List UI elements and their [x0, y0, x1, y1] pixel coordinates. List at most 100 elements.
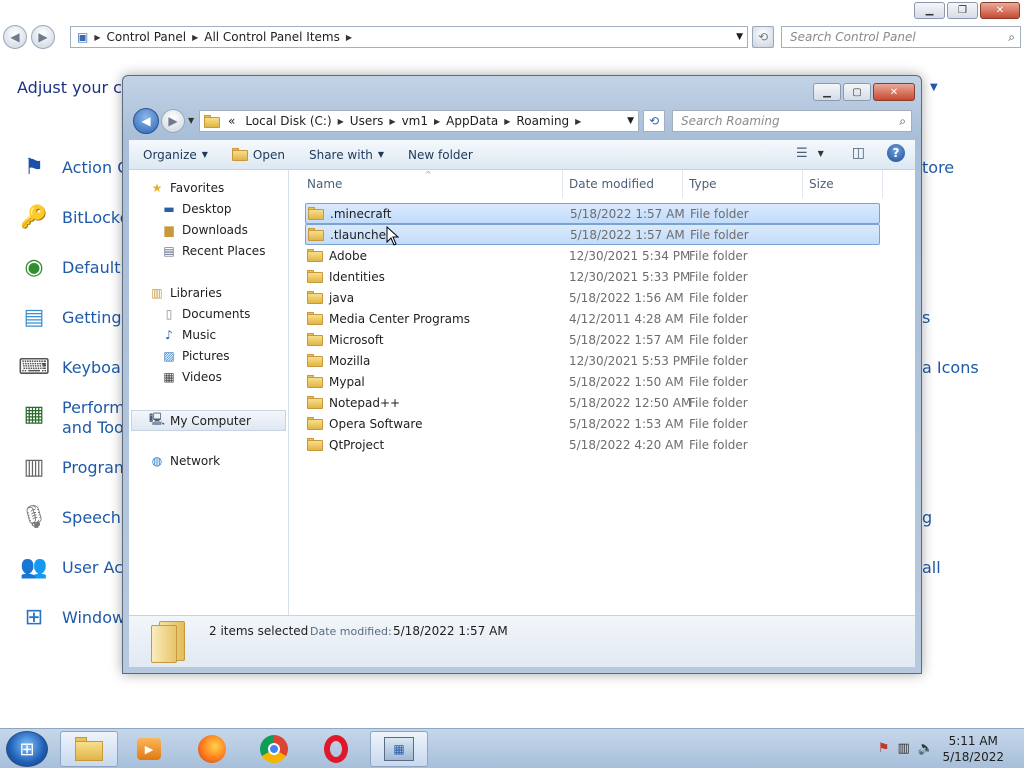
explorer-breadcrumb-0[interactable]: Local Disk (C:): [239, 114, 337, 128]
file-type: File folder: [689, 374, 748, 389]
explorer-address-dropdown-icon[interactable]: ▼: [627, 116, 634, 126]
cp-item-programs[interactable]: ▥ Program: [18, 451, 130, 483]
explorer-refresh-button[interactable]: ⟲: [643, 110, 665, 132]
cp-item-right-2[interactable]: a Icons: [922, 358, 979, 377]
explorer-breadcrumb-4[interactable]: Roaming: [510, 114, 575, 128]
cp-address-bar[interactable]: ▣ ▶ Control Panel ▶ All Control Panel It…: [70, 26, 748, 48]
explorer-search-input[interactable]: Search Roaming ⌕: [672, 110, 912, 132]
explorer-address-overflow[interactable]: «: [224, 114, 239, 128]
cp-item-keyboard[interactable]: ⌨ Keyboard: [18, 351, 137, 383]
explorer-maximize-button[interactable]: ▢: [843, 83, 871, 101]
nav-videos[interactable]: ▦ Videos: [161, 369, 222, 385]
file-row[interactable]: java 5/18/2022 1:56 AM File folder: [305, 287, 880, 308]
explorer-breadcrumb-2[interactable]: vm1: [396, 114, 434, 128]
cp-forward-button[interactable]: ▶: [31, 25, 55, 49]
preview-pane-icon[interactable]: ◫: [852, 145, 865, 161]
cp-search-input[interactable]: Search Control Panel ⌕: [781, 26, 1021, 48]
file-row[interactable]: Identities 12/30/2021 5:33 PM File folder: [305, 266, 880, 287]
explorer-minimize-button[interactable]: ▁: [813, 83, 841, 101]
file-date: 4/12/2011 4:28 AM: [569, 311, 684, 326]
view-options-chevron-icon[interactable]: ▼: [818, 149, 824, 158]
file-row[interactable]: Opera Software 5/18/2022 1:53 AM File fold…: [305, 413, 880, 434]
explorer-forward-button[interactable]: ▶: [161, 109, 185, 133]
nav-downloads[interactable]: ▆ Downloads: [161, 222, 248, 238]
organize-button[interactable]: Organize ▼: [129, 140, 220, 169]
explorer-breadcrumb-1[interactable]: Users: [344, 114, 390, 128]
taskbar-explorer[interactable]: [60, 731, 118, 767]
cp-close-button[interactable]: ✕: [980, 2, 1020, 19]
taskbar-firefox[interactable]: [183, 731, 241, 767]
action-center-flag-icon[interactable]: ⚑: [878, 741, 890, 756]
nav-network[interactable]: ◍ Network: [149, 453, 220, 469]
cp-item-getting-started[interactable]: ▤ Getting S: [18, 301, 137, 333]
taskbar-opera[interactable]: [307, 731, 365, 767]
cp-item-default-programs[interactable]: ◉ Default P: [18, 251, 135, 283]
file-row[interactable]: Microsoft 5/18/2022 1:57 AM File folder: [305, 329, 880, 350]
taskbar-media-player[interactable]: ▶: [120, 731, 178, 767]
cp-item-right-0[interactable]: tore: [922, 158, 954, 177]
nav-music[interactable]: ♪ Music: [161, 327, 216, 343]
volume-icon[interactable]: 🔈: [918, 741, 934, 756]
nav-documents[interactable]: ▯ Documents: [161, 306, 251, 322]
network-status-icon[interactable]: ▥: [898, 741, 910, 756]
cp-minimize-button[interactable]: ▁: [914, 2, 945, 19]
new-folder-button[interactable]: New folder: [396, 140, 485, 169]
file-row[interactable]: Mozilla 12/30/2021 5:53 PM File folder: [305, 350, 880, 371]
explorer-address-bar[interactable]: « Local Disk (C:) ▶ Users ▶ vm1 ▶ AppDat…: [199, 110, 639, 132]
open-button[interactable]: Open: [220, 140, 297, 169]
cp-item-label: Program: [62, 457, 130, 477]
nav-favorites[interactable]: ★ Favorites: [149, 180, 225, 196]
cp-view-by-dropdown-icon[interactable]: ▼: [930, 82, 938, 93]
file-row[interactable]: QtProject 5/18/2022 4:20 AM File folder: [305, 434, 880, 455]
cp-address-dropdown-icon[interactable]: ▼: [736, 32, 743, 42]
cp-item-right-4[interactable]: all: [922, 558, 941, 577]
file-type: File folder: [689, 311, 748, 326]
explorer-recent-pages-icon[interactable]: ▼: [188, 116, 194, 125]
cp-item-windows[interactable]: ⊞ Windows: [18, 601, 134, 633]
cp-breadcrumb-chevron-icon: ▶: [345, 32, 353, 42]
nav-pictures[interactable]: ▨ Pictures: [161, 348, 229, 364]
chevron-down-icon: ▼: [201, 150, 208, 159]
cp-breadcrumb-0[interactable]: Control Panel: [101, 30, 193, 44]
system-clock[interactable]: 5:11 AM 5/18/2022: [942, 733, 1004, 765]
column-header-size[interactable]: Size: [803, 170, 883, 198]
cp-breadcrumb-1[interactable]: All Control Panel Items: [198, 30, 346, 44]
search-icon[interactable]: ⌕: [1008, 30, 1015, 45]
file-row[interactable]: Adobe 12/30/2021 5:34 PM File folder: [305, 245, 880, 266]
file-row[interactable]: .minecraft 5/18/2022 1:57 AM File folder: [305, 203, 880, 224]
column-header-name[interactable]: Name ^: [301, 170, 563, 198]
cp-item-performance[interactable]: ▦ Performa and Tool: [18, 398, 135, 438]
cp-item-right-1[interactable]: s: [922, 308, 930, 327]
column-header-date[interactable]: Date modified: [563, 170, 683, 198]
column-date-label: Date modified: [569, 177, 655, 191]
change-view-icon[interactable]: ☰: [796, 146, 808, 161]
nav-recent-places[interactable]: ▤ Recent Places: [161, 243, 265, 259]
cp-back-button[interactable]: ◀: [3, 25, 27, 49]
file-row[interactable]: Media Center Programs 4/12/2011 4:28 AM Fi…: [305, 308, 880, 329]
share-with-button[interactable]: Share with ▼: [297, 140, 396, 169]
cp-item-speech[interactable]: 🎙 Speech R: [18, 501, 137, 533]
explorer-window: ▁ ▢ ✕ ◀ ▶ ▼ « Local Disk (C:) ▶ Users ▶ …: [122, 75, 922, 674]
nav-desktop[interactable]: ▬ Desktop: [161, 201, 231, 217]
help-icon[interactable]: ?: [887, 144, 905, 162]
cp-refresh-button[interactable]: ⟲: [752, 26, 774, 48]
explorer-back-button[interactable]: ◀: [133, 108, 159, 134]
column-header-type[interactable]: Type: [683, 170, 803, 198]
taskbar-control-panel[interactable]: ▦: [370, 731, 428, 767]
cp-restore-button[interactable]: ❐: [947, 2, 978, 19]
explorer-close-button[interactable]: ✕: [873, 83, 915, 101]
explorer-breadcrumb-3[interactable]: AppData: [440, 114, 504, 128]
cp-item-user-accounts[interactable]: 👥 User Acc: [18, 551, 132, 583]
nav-my-computer[interactable]: 🖳 My Computer: [131, 410, 286, 431]
taskbar-chrome[interactable]: [245, 731, 303, 767]
search-icon[interactable]: ⌕: [899, 114, 906, 129]
start-button[interactable]: ⊞: [6, 731, 48, 767]
nav-libraries[interactable]: ▥ Libraries: [149, 285, 222, 301]
file-row[interactable]: Mypal 5/18/2022 1:50 AM File folder: [305, 371, 880, 392]
cp-item-bitlocker[interactable]: 🔑 BitLocker: [18, 201, 136, 233]
cp-item-right-3[interactable]: g: [922, 508, 932, 527]
cp-item-action-center[interactable]: ⚑ Action C: [18, 151, 128, 183]
file-row[interactable]: Notepad++ 5/18/2022 12:50 AM File folder: [305, 392, 880, 413]
file-date: 5/18/2022 4:20 AM: [569, 437, 684, 452]
documents-icon: ▯: [165, 307, 173, 321]
